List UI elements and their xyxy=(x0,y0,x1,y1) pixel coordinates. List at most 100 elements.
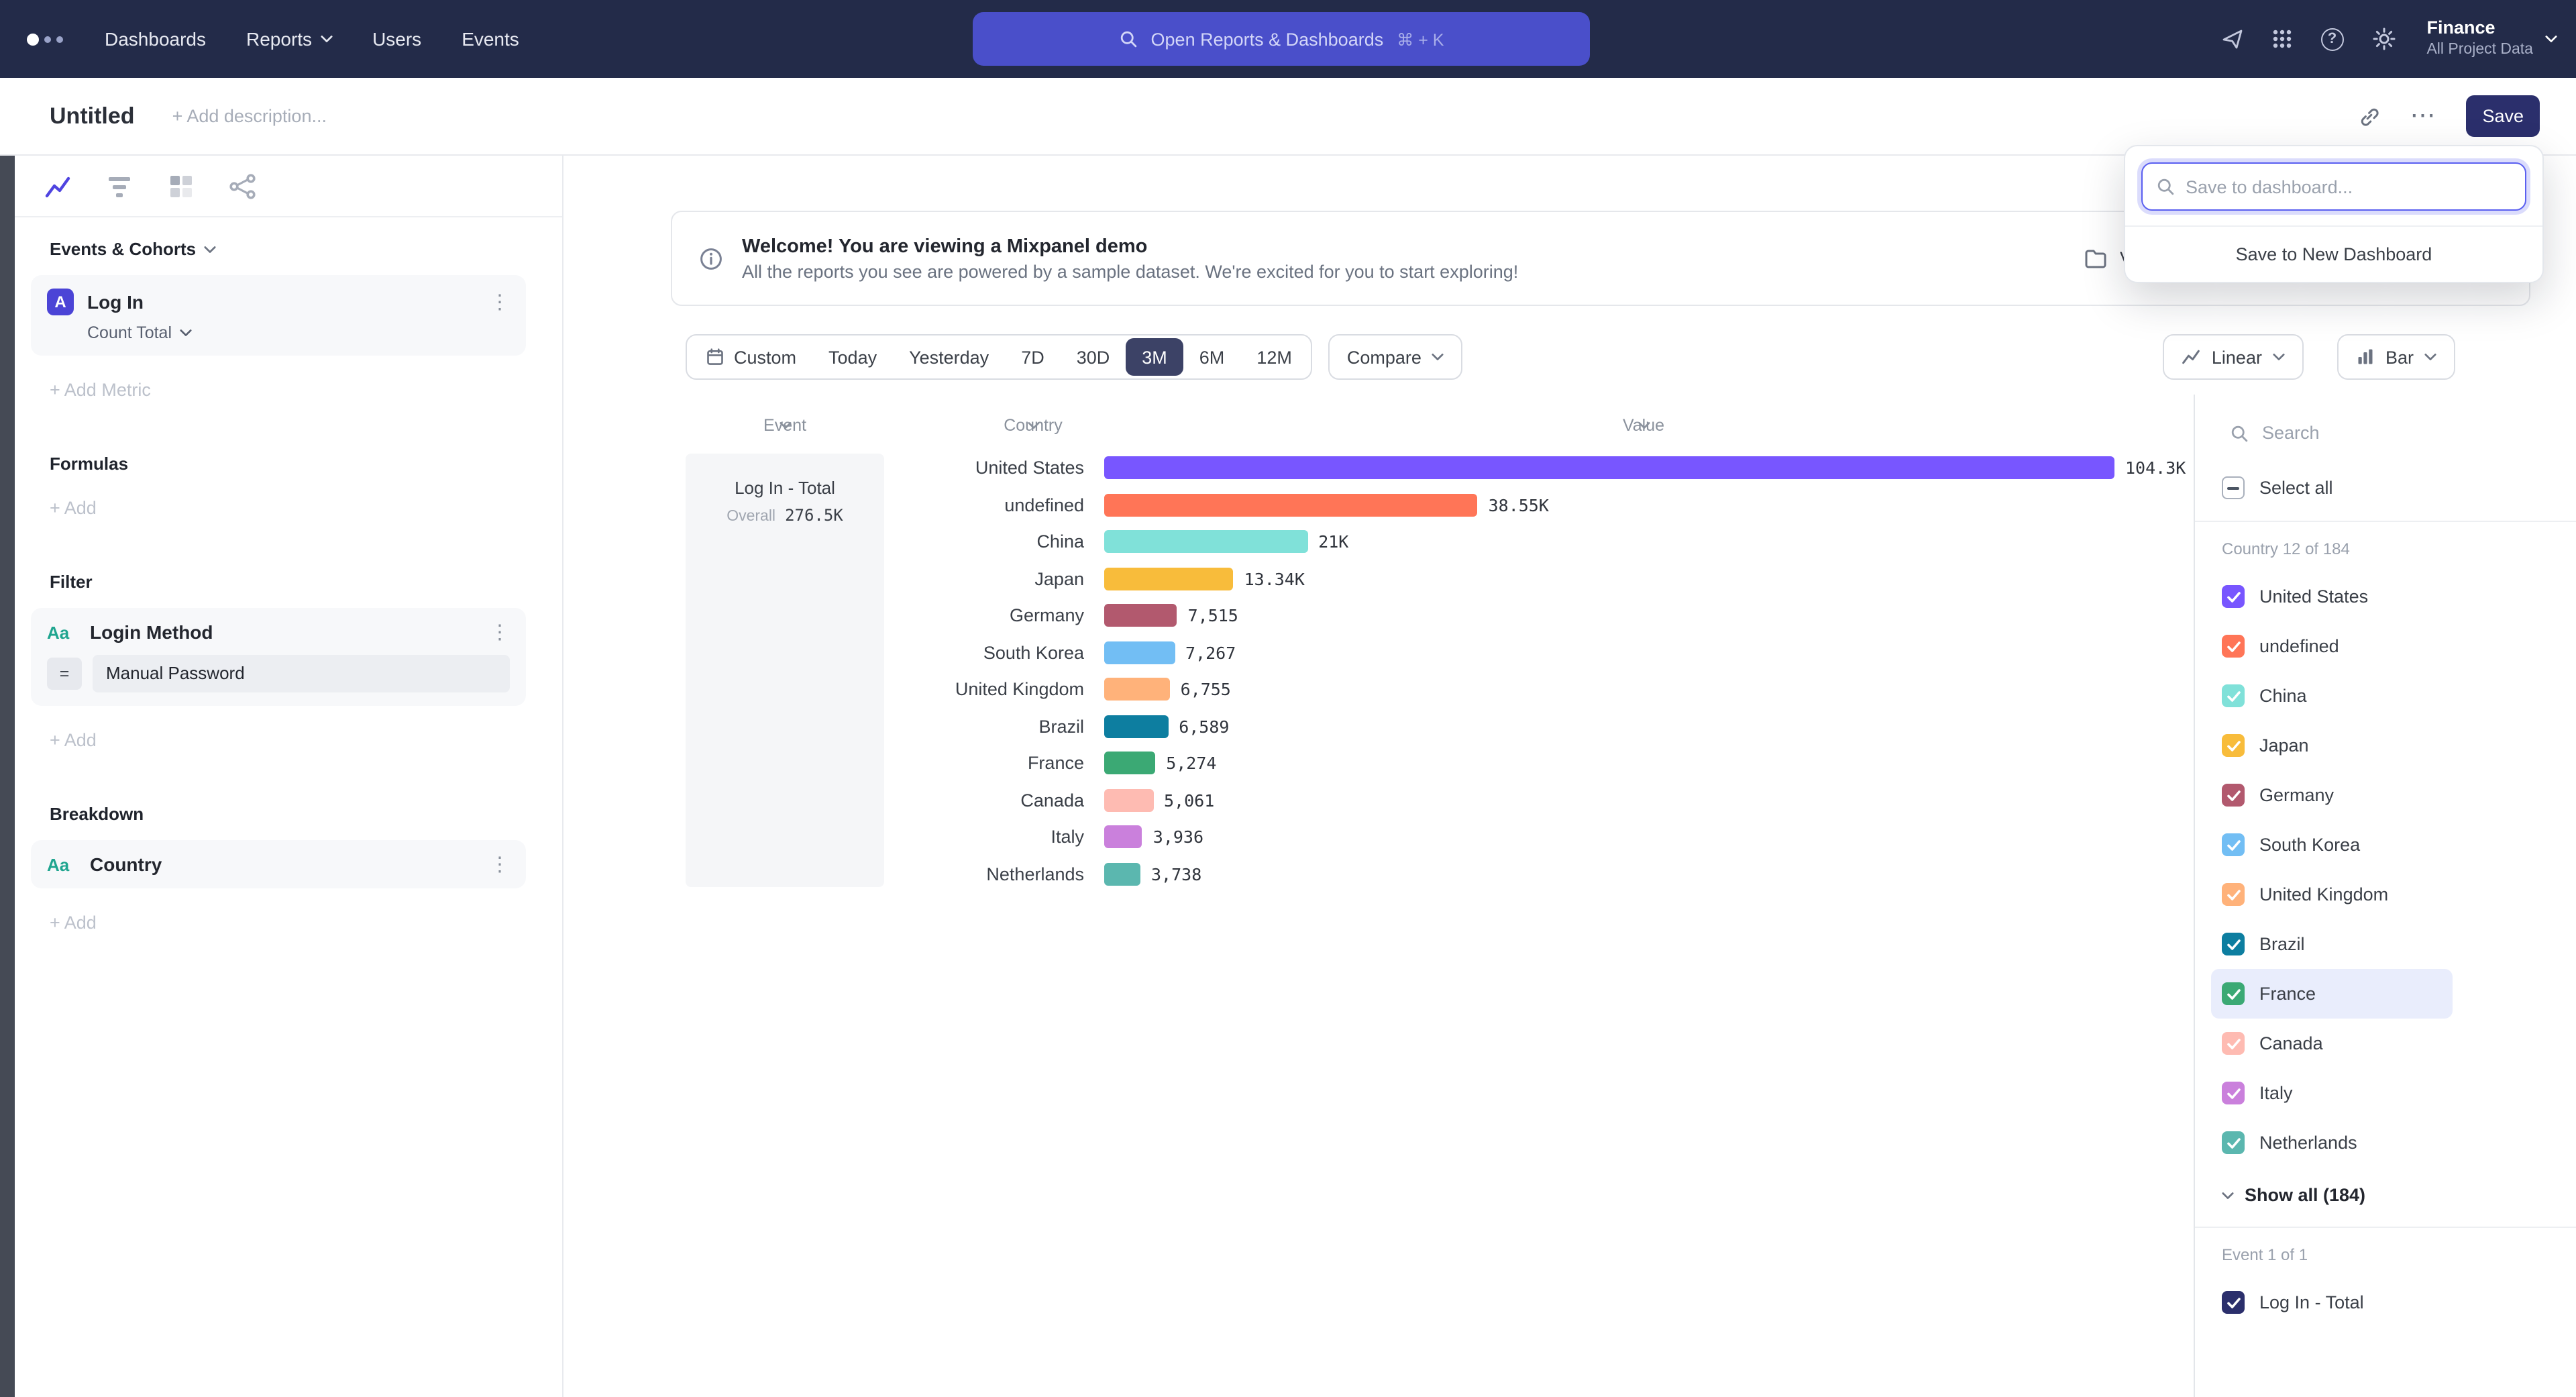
checkbox-checked[interactable] xyxy=(2222,734,2245,757)
nav-item-users[interactable]: Users xyxy=(372,28,421,50)
legend-item-china[interactable]: China xyxy=(2211,671,2453,721)
legend-item-south-korea[interactable]: South Korea xyxy=(2211,820,2453,870)
funnels-icon xyxy=(105,171,134,201)
checkbox-checked[interactable] xyxy=(2222,585,2245,608)
legend-event-item[interactable]: Log In - Total xyxy=(2211,1278,2453,1327)
bar[interactable] xyxy=(1104,863,1140,886)
tab-flows[interactable] xyxy=(228,171,258,201)
project-scope: All Project Data xyxy=(2426,41,2533,60)
legend-item-netherlands[interactable]: Netherlands xyxy=(2211,1118,2453,1168)
bar[interactable] xyxy=(1104,568,1234,590)
range-custom[interactable]: Custom xyxy=(690,338,812,376)
event-checkbox[interactable] xyxy=(2222,1291,2245,1314)
filter-property-name[interactable]: Login Method xyxy=(90,621,213,643)
add-metric-button[interactable]: + Add Metric xyxy=(50,380,527,400)
bar[interactable] xyxy=(1104,605,1177,627)
column-header-value[interactable]: Value xyxy=(1556,421,1731,429)
checkbox-checked[interactable] xyxy=(2222,1131,2245,1154)
save-button[interactable]: Save xyxy=(2466,95,2540,137)
range-3m[interactable]: 3M xyxy=(1126,338,1183,376)
checkbox-checked[interactable] xyxy=(2222,1032,2245,1055)
add-formula-button[interactable]: + Add xyxy=(50,498,527,518)
range-yesterday[interactable]: Yesterday xyxy=(893,338,1005,376)
legend-item-germany[interactable]: Germany xyxy=(2211,770,2453,820)
checkbox-checked[interactable] xyxy=(2222,933,2245,955)
kebab-menu-icon[interactable]: ⋮ xyxy=(490,622,510,642)
dashboard-search-input[interactable] xyxy=(2186,176,2512,197)
range-7d[interactable]: 7D xyxy=(1005,338,1061,376)
range-today[interactable]: Today xyxy=(812,338,893,376)
mixpanel-logo-icon[interactable] xyxy=(27,33,83,45)
bar[interactable] xyxy=(1104,531,1307,554)
checkbox-checked[interactable] xyxy=(2222,1082,2245,1104)
bar[interactable] xyxy=(1104,457,2114,480)
legend-item-united-kingdom[interactable]: United Kingdom xyxy=(2211,870,2453,919)
checkbox-indeterminate[interactable] xyxy=(2222,476,2245,499)
save-to-new-dashboard-item[interactable]: Save to New Dashboard xyxy=(2125,225,2542,282)
project-selector[interactable]: Finance All Project Data xyxy=(2426,18,2557,60)
section-events-cohorts[interactable]: Events & Cohorts xyxy=(50,239,527,259)
tab-insights[interactable] xyxy=(43,171,72,201)
breakdown-card[interactable]: Aa Country ⋮ xyxy=(31,840,526,888)
select-all-row[interactable]: Select all xyxy=(2222,476,2576,499)
legend-item-united-states[interactable]: United States xyxy=(2211,572,2453,621)
legend-item-italy[interactable]: Italy xyxy=(2211,1068,2453,1118)
report-title[interactable]: Untitled xyxy=(50,103,135,130)
kebab-menu-icon[interactable]: ⋮ xyxy=(490,292,510,312)
legend-item-brazil[interactable]: Brazil xyxy=(2211,919,2453,969)
filter-value[interactable]: Manual Password xyxy=(93,655,510,692)
tab-funnels[interactable] xyxy=(105,171,134,201)
column-header-country[interactable]: Country xyxy=(919,421,1147,429)
add-breakdown-button[interactable]: + Add xyxy=(50,913,527,933)
legend-search-input[interactable]: Search xyxy=(2195,395,2576,443)
filter-operator[interactable]: = xyxy=(47,658,82,690)
bar-value-label: 3,936 xyxy=(1153,827,1203,847)
checkbox-checked[interactable] xyxy=(2222,684,2245,707)
column-header-event[interactable]: Event xyxy=(686,421,884,429)
bar[interactable] xyxy=(1104,789,1153,812)
range-12m[interactable]: 12M xyxy=(1240,338,1308,376)
breakdown-property-name[interactable]: Country xyxy=(90,853,162,875)
bar[interactable] xyxy=(1104,678,1170,701)
apps-grid-icon[interactable] xyxy=(2271,28,2292,50)
legend-item-canada[interactable]: Canada xyxy=(2211,1019,2453,1068)
add-filter-button[interactable]: + Add xyxy=(50,730,527,750)
collapsed-side-rail[interactable] xyxy=(0,156,15,1397)
bar[interactable] xyxy=(1104,494,1478,517)
checkbox-checked[interactable] xyxy=(2222,784,2245,807)
share-icon[interactable] xyxy=(2221,28,2243,50)
copy-link-icon[interactable] xyxy=(2359,105,2380,127)
bar[interactable] xyxy=(1104,641,1175,664)
nav-item-reports[interactable]: Reports xyxy=(246,28,332,50)
kebab-menu-icon[interactable]: ⋮ xyxy=(490,854,510,874)
global-search-button[interactable]: Open Reports & Dashboards ⌘ + K xyxy=(973,12,1590,66)
gear-icon[interactable] xyxy=(2371,27,2396,51)
legend-item-japan[interactable]: Japan xyxy=(2211,721,2453,770)
legend-item-france[interactable]: France xyxy=(2211,969,2453,1019)
more-options-icon[interactable]: ⋯ xyxy=(2410,101,2436,132)
checkbox-checked[interactable] xyxy=(2222,883,2245,906)
bar[interactable] xyxy=(1104,826,1142,849)
filter-card[interactable]: Aa Login Method ⋮ = Manual Password xyxy=(31,608,526,706)
nav-item-events[interactable]: Events xyxy=(462,28,519,50)
legend-item-label: United States xyxy=(2259,586,2368,607)
checkbox-checked[interactable] xyxy=(2222,982,2245,1005)
compare-button[interactable]: Compare xyxy=(1328,334,1463,380)
aggregation-dropdown[interactable]: Count Total xyxy=(47,323,510,342)
bar[interactable] xyxy=(1104,752,1155,775)
add-description-button[interactable]: + Add description... xyxy=(172,106,327,126)
bar[interactable] xyxy=(1104,715,1168,738)
checkbox-checked[interactable] xyxy=(2222,833,2245,856)
range-6m[interactable]: 6M xyxy=(1183,338,1241,376)
show-all-button[interactable]: Show all (184) xyxy=(2222,1185,2576,1205)
tab-retention[interactable] xyxy=(166,171,196,201)
event-card[interactable]: A Log In ⋮ Count Total xyxy=(31,275,526,356)
range-30d[interactable]: 30D xyxy=(1061,338,1126,376)
scale-select[interactable]: Linear xyxy=(2163,334,2304,380)
checkbox-checked[interactable] xyxy=(2222,635,2245,658)
event-name[interactable]: Log In xyxy=(87,291,144,313)
legend-item-undefined[interactable]: undefined xyxy=(2211,621,2453,671)
help-icon[interactable]: ? xyxy=(2320,28,2343,50)
nav-item-dashboards[interactable]: Dashboards xyxy=(105,28,206,50)
chart-type-select[interactable]: Bar xyxy=(2337,334,2455,380)
